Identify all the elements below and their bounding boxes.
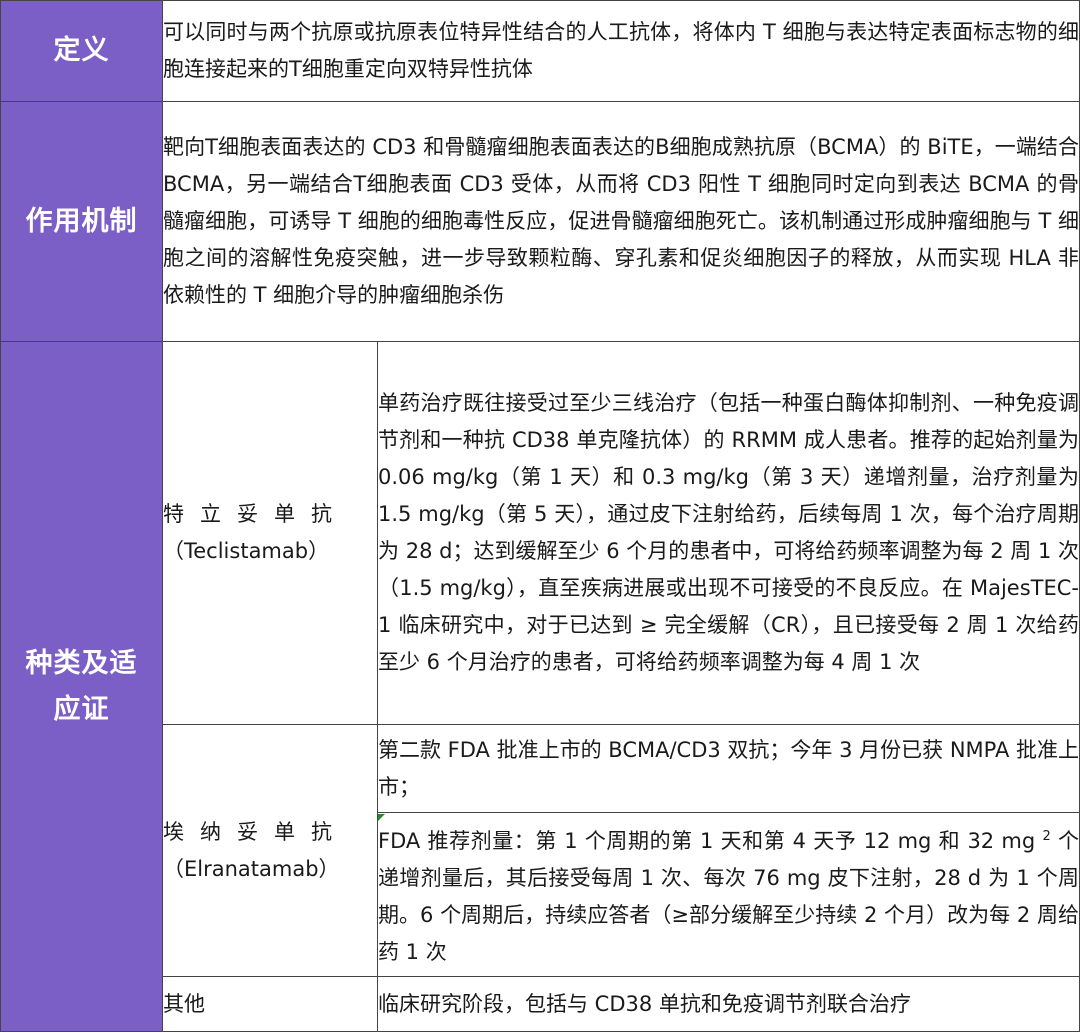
elranatamab-text-2: FDA 推荐剂量：第 1 个周期的第 1 天和第 4 天予 12 mg 和 32…: [376, 812, 1080, 977]
types-label: 种类及适应证: [0, 341, 163, 1032]
other-row: 其他 临床研究阶段，包括与 CD38 单抗和免疫调节剂联合治疗: [1, 976, 1080, 1032]
elranatamab-name-en: （Elranatamab）: [163, 856, 340, 881]
elranatamab-name-cn: 埃纳妥单抗: [163, 819, 348, 844]
teclistamab-row: 种类及适应证 特立妥单抗 （Teclistamab） 单药治疗既往接受过至少三线…: [0, 341, 1080, 1032]
other-label: 其他: [162, 976, 378, 1032]
definition-row: 定义 可以同时与两个抗原或抗原表位特异性结合的人工抗体，将体内 T 细胞与表达特…: [0, 0, 1080, 102]
drug-info-table-container: 定义 可以同时与两个抗原或抗原表位特异性结合的人工抗体，将体内 T 细胞与表达特…: [0, 0, 1080, 1033]
teclistamab-name-en: （Teclistamab）: [163, 539, 330, 563]
elranatamab-name-cell: 埃纳妥单抗 （Elranatamab）: [162, 724, 378, 977]
elranatamab-text-1: 第二款 FDA 批准上市的 BCMA/CD3 双抗；今年 3 月份已获 NMPA…: [376, 724, 1080, 813]
definition-text: 可以同时与两个抗原或抗原表位特异性结合的人工抗体，将体内 T 细胞与表达特定表面…: [161, 0, 1080, 102]
drug-info-table: 定义 可以同时与两个抗原或抗原表位特异性结合的人工抗体，将体内 T 细胞与表达特…: [0, 0, 1080, 1032]
teclistamab-name-cell: 特立妥单抗 （Teclistamab）: [162, 341, 378, 725]
mechanism-row: 作用机制 靶向T细胞表面表达的 CD3 和骨髓瘤细胞表面表达的B细胞成熟抗原（B…: [0, 101, 1080, 342]
cell-comment-marker-icon: [378, 814, 385, 821]
elranatamab-text-2-sup: 2: [1042, 829, 1051, 844]
elranatamab-text-2-before: FDA 推荐剂量：第 1 个周期的第 1 天和第 4 天予 12 mg 和 32…: [378, 829, 1043, 853]
types-label-text: 种类及适应证: [25, 647, 138, 725]
other-text: 临床研究阶段，包括与 CD38 单抗和免疫调节剂联合治疗: [376, 976, 1080, 1032]
mechanism-text: 靶向T细胞表面表达的 CD3 和骨髓瘤细胞表面表达的B细胞成熟抗原（BCMA）的…: [161, 101, 1080, 342]
elranatamab-row-1: 埃纳妥单抗 （Elranatamab） 第二款 FDA 批准上市的 BCMA/C…: [1, 724, 1080, 977]
mechanism-label: 作用机制: [0, 101, 163, 342]
teclistamab-text: 单药治疗既往接受过至少三线治疗（包括一种蛋白酶体抑制剂、一种免疫调节剂和一种抗 …: [376, 341, 1080, 725]
teclistamab-name-cn: 特立妥单抗: [163, 502, 348, 526]
definition-label: 定义: [0, 0, 163, 102]
